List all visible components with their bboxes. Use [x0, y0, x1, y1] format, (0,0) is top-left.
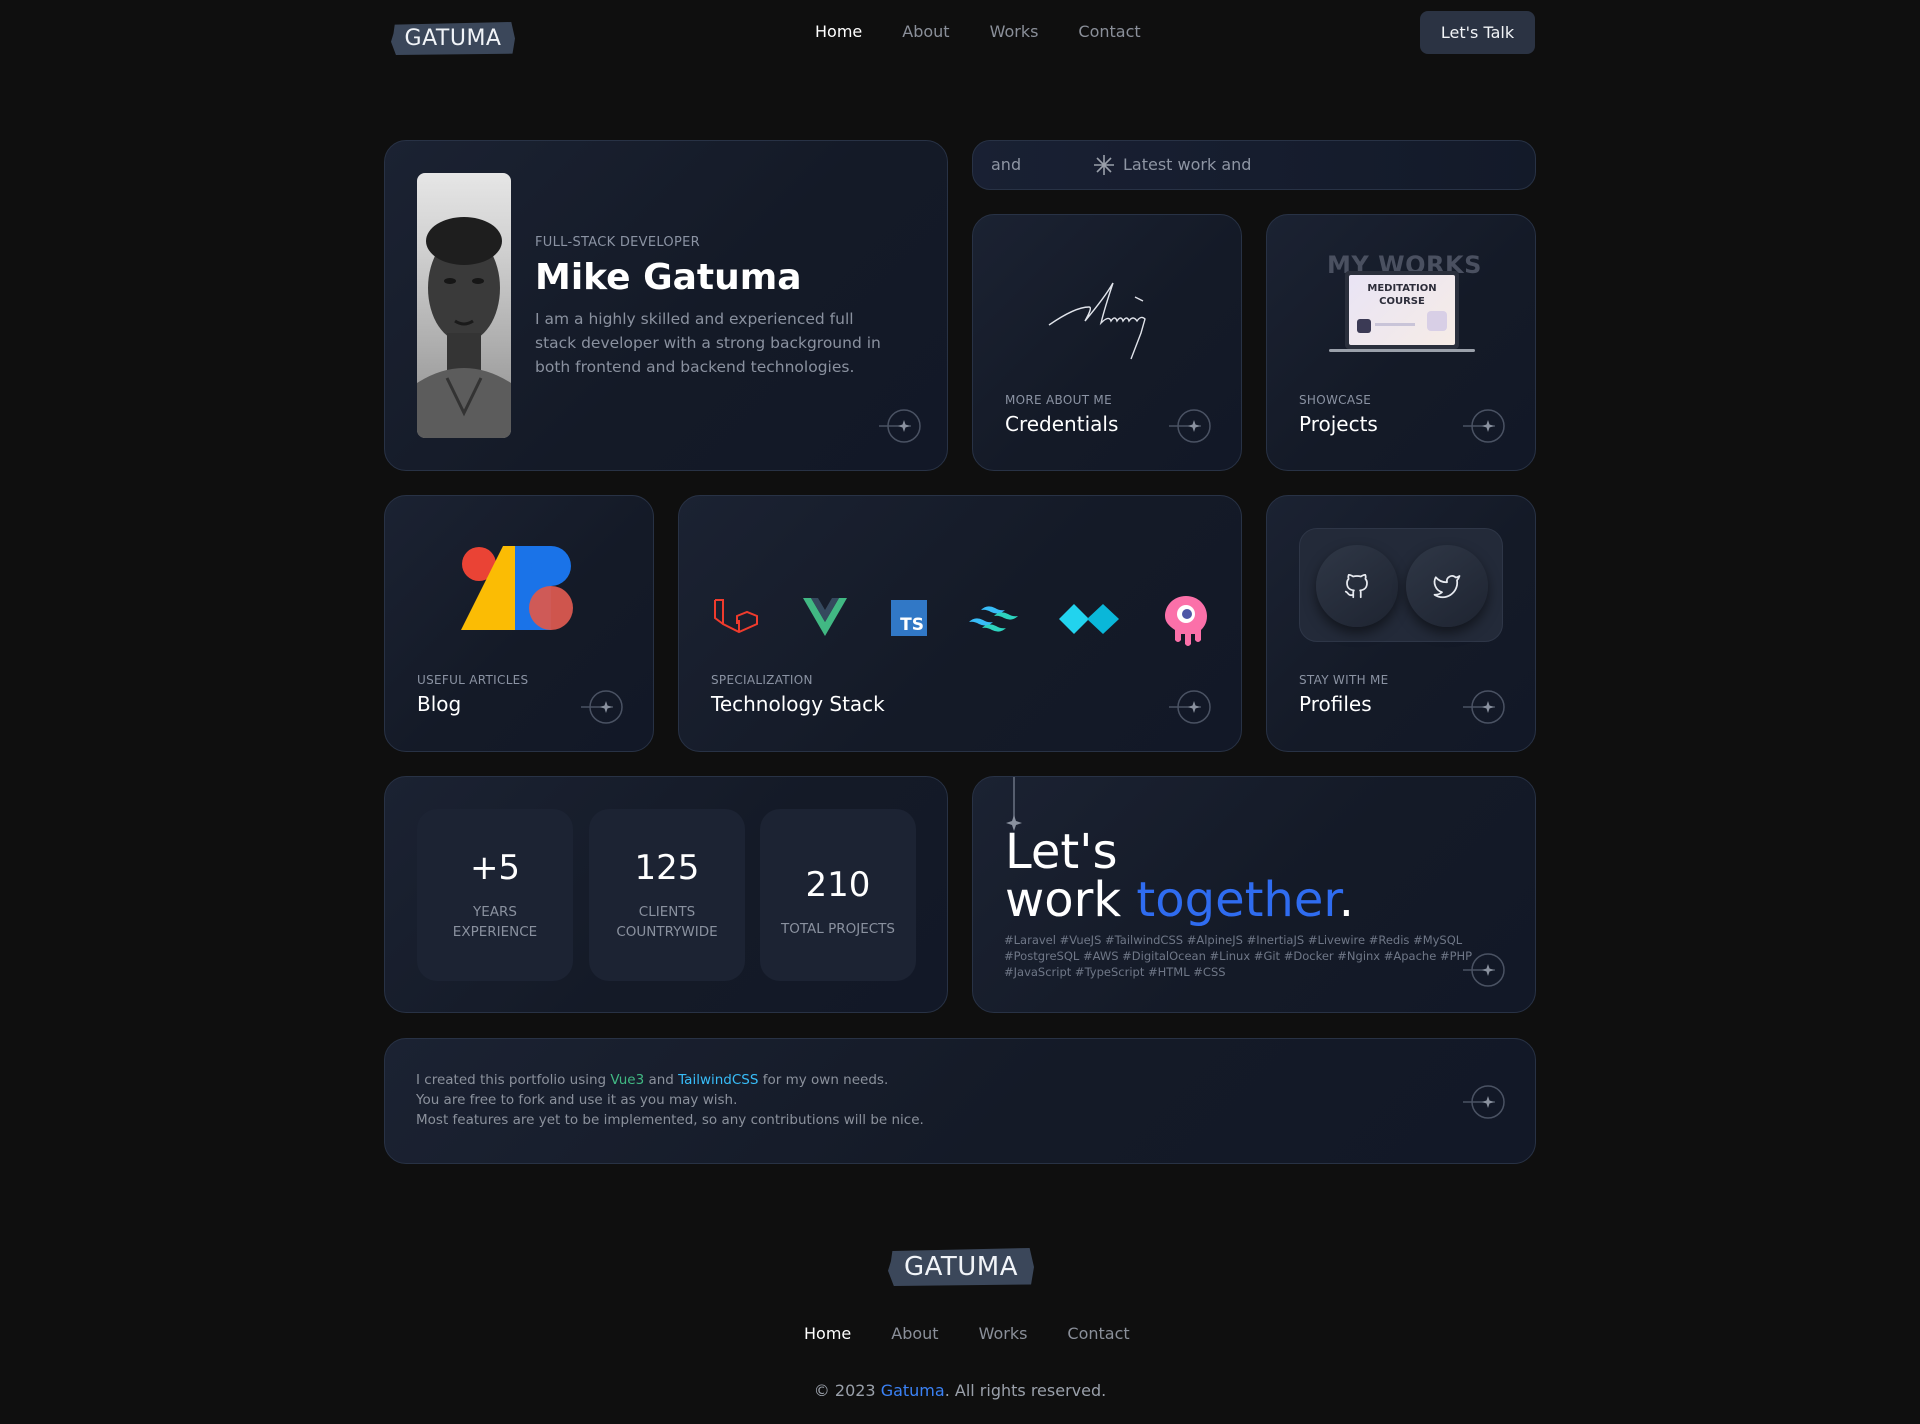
profile-arrow-icon[interactable] [879, 405, 921, 447]
tech-eyebrow: SPECIALIZATION [711, 673, 813, 687]
nav-works[interactable]: Works [990, 22, 1039, 41]
alpine-icon [1059, 604, 1119, 634]
nav-home[interactable]: Home [815, 22, 862, 41]
portfolio-note: I created this portfolio using Vue3 and … [416, 1070, 924, 1130]
social-panel [1299, 528, 1503, 642]
cta-highlight: together [1136, 872, 1339, 928]
nav-contact[interactable]: Contact [1078, 22, 1140, 41]
twitter-icon [1433, 575, 1461, 599]
logo[interactable]: GATUMA [391, 22, 515, 55]
tech-title: Technology Stack [711, 692, 885, 716]
projects-eyebrow: SHOWCASE [1299, 393, 1372, 407]
profiles-title: Profiles [1299, 692, 1372, 716]
stat-projects: 210 TOTAL PROJECTS [760, 809, 916, 981]
tailwind-link[interactable]: TailwindCSS [678, 1072, 758, 1088]
projects-thumb-line2: COURSE [1379, 296, 1425, 307]
profiles-card[interactable]: STAY WITH ME Profiles [1266, 495, 1536, 752]
projects-title: Projects [1299, 412, 1378, 436]
tech-hashtags: #Laravel #VueJS #TailwindCSS #AlpineJS #… [1004, 933, 1473, 979]
tech-arrow-icon[interactable] [1169, 686, 1211, 728]
note-arrow-icon[interactable] [1463, 1081, 1505, 1123]
typescript-label: TS [900, 615, 924, 635]
stat-label: YEARS EXPERIENCE [452, 904, 538, 940]
stat-years: +5 YEARS EXPERIENCE [417, 809, 573, 981]
typescript-icon: TS [891, 600, 927, 636]
marquee-text: Latest work and [1123, 155, 1252, 174]
blog-arrow-icon[interactable] [581, 686, 623, 728]
note-line-1: I created this portfolio using Vue3 and … [416, 1072, 889, 1088]
profile-name: Mike Gatuma [535, 257, 802, 298]
projects-arrow-icon[interactable] [1463, 405, 1505, 447]
stat-label: TOTAL PROJECTS [780, 921, 896, 937]
copyright: © 2023 Gatuma. All rights reserved. [813, 1381, 1107, 1400]
blog-title: Blog [417, 692, 462, 716]
profile-bio: I am a highly skilled and experienced fu… [535, 310, 881, 376]
profile-role: FULL-STACK DEVELOPER [535, 235, 700, 250]
footer-logo[interactable]: GATUMA [888, 1248, 1034, 1286]
logo-text: GATUMA [404, 26, 502, 51]
twitter-button[interactable] [1406, 545, 1488, 627]
main-nav: Home About Works Contact [815, 22, 1141, 41]
stat-clients: 125 CLIENTS COUNTRYWIDE [589, 809, 745, 981]
sparkle-icon [1093, 154, 1115, 180]
profiles-arrow-icon[interactable] [1463, 686, 1505, 728]
stat-value: +5 [469, 848, 521, 888]
github-button[interactable] [1316, 545, 1398, 627]
credentials-eyebrow: MORE ABOUT ME [1005, 393, 1112, 407]
blog-eyebrow: USEFUL ARTICLES [417, 673, 529, 687]
avatar [417, 173, 511, 438]
github-icon [1344, 573, 1368, 599]
marquee-text-left: and [991, 155, 1022, 174]
profile-card[interactable]: FULL-STACK DEVELOPER Mike Gatuma I am a … [384, 140, 948, 471]
projects-thumb-line1: MEDITATION [1367, 283, 1437, 294]
stat-value: 125 [634, 848, 700, 888]
credentials-card[interactable]: MORE ABOUT ME Credentials [972, 214, 1242, 471]
portrait-illustration [417, 217, 511, 438]
footer-nav-contact[interactable]: Contact [1067, 1324, 1129, 1343]
tech-stack-card[interactable]: TS SPECIALIZATION Technology Stack [678, 495, 1242, 752]
copyright-link[interactable]: Gatuma [881, 1381, 945, 1400]
vue-link[interactable]: Vue3 [610, 1072, 644, 1088]
footer-nav-works[interactable]: Works [979, 1324, 1028, 1343]
livewire-icon [1165, 596, 1207, 646]
profiles-eyebrow: STAY WITH ME [1299, 673, 1389, 687]
vue-icon [803, 598, 847, 636]
stat-label: CLIENTS COUNTRYWIDE [616, 904, 718, 940]
credentials-title: Credentials [1005, 412, 1119, 436]
projects-thumbnail: MEDITATION COURSE [1345, 271, 1459, 349]
laravel-icon [714, 599, 758, 634]
cta-line1: Let's [1005, 824, 1118, 880]
footer-logo-text: GATUMA [903, 1252, 1019, 1282]
note-line-3: Most features are yet to be implemented,… [416, 1112, 924, 1128]
lets-talk-button[interactable]: Let's Talk [1420, 11, 1535, 54]
latest-work-marquee: and Latest work and [972, 140, 1536, 190]
credentials-arrow-icon[interactable] [1169, 405, 1211, 447]
stat-value: 210 [805, 865, 871, 905]
blog-card[interactable]: USEFUL ARTICLES Blog [384, 495, 654, 752]
projects-card[interactable]: MY WORKS MEDITATION COURSE SHOWCASE Proj… [1266, 214, 1536, 471]
tailwind-icon [969, 606, 1018, 632]
signature-illustration [1048, 282, 1146, 360]
blog-logo-icon [461, 546, 573, 630]
cta-line2: work together. [1005, 872, 1354, 928]
nav-about[interactable]: About [902, 22, 949, 41]
footer-nav-about[interactable]: About [891, 1324, 938, 1343]
footer-nav-home[interactable]: Home [804, 1324, 851, 1343]
note-line-2: You are free to fork and use it as you m… [416, 1092, 738, 1108]
footer-nav: Home About Works Contact [804, 1324, 1130, 1343]
